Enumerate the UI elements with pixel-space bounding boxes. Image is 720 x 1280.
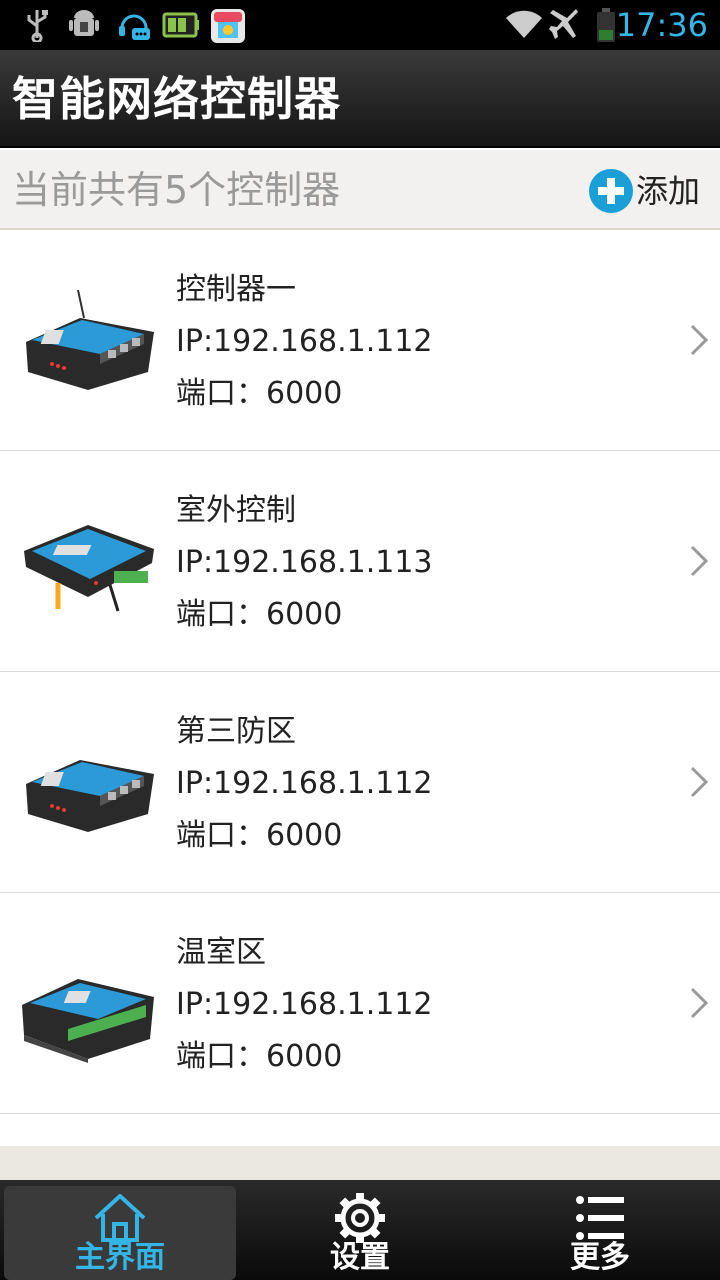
device-info: 温室区 IP:192.168.1.112 端口：6000: [176, 927, 433, 1083]
device-name: 第三防区: [176, 714, 296, 749]
device-info: 室外控制 IP:192.168.1.113 端口：6000: [176, 485, 433, 641]
tab-more[interactable]: 更多: [480, 1180, 720, 1280]
add-label: 添加: [635, 172, 700, 210]
device-list: 控制器一 IP:192.168.1.112 端口：6000 室外控制 IP:19…: [0, 230, 720, 1146]
device-port: 端口：6000: [176, 1039, 343, 1074]
app-title: 智能网络控制器: [12, 72, 341, 126]
device-info: 控制器一 IP:192.168.1.112 端口：6000: [176, 264, 433, 420]
device-name: 室外控制: [176, 493, 296, 528]
headset-message-icon: [119, 14, 150, 40]
device-ip: IP:192.168.1.112: [176, 766, 433, 801]
device-ip: IP:192.168.1.112: [176, 324, 433, 359]
device-port: 端口：6000: [176, 376, 343, 411]
controller-count: 当前共有5个控制器: [12, 168, 341, 212]
tab-home-label: 主界面: [75, 1240, 165, 1275]
app-store-icon: [211, 9, 245, 43]
list-icon: [576, 1196, 624, 1240]
add-controller-button[interactable]: 添加: [588, 168, 700, 214]
chevron-right-icon: [690, 987, 709, 1019]
controller-device-image: [24, 525, 154, 612]
battery-icon: [597, 8, 615, 42]
wifi-icon: [506, 10, 542, 38]
device-row[interactable]: 控制器一 IP:192.168.1.112 端口：6000: [0, 230, 720, 451]
device-name: 控制器一: [176, 272, 296, 307]
tab-settings-label: 设置: [330, 1240, 390, 1275]
tab-more-label: 更多: [570, 1240, 630, 1275]
list-header: 当前共有5个控制器 添加: [0, 150, 720, 230]
controller-device-image: [22, 979, 154, 1063]
battery-app-icon: [162, 12, 199, 38]
device-port: 端口：6000: [176, 597, 343, 632]
usb-icon: [27, 10, 48, 42]
home-icon: [94, 1194, 146, 1242]
chevron-right-icon: [690, 545, 709, 577]
tab-settings[interactable]: 设置: [240, 1180, 480, 1280]
chevron-right-icon: [690, 766, 709, 798]
title-bar: 智能网络控制器: [0, 50, 720, 148]
status-bar: 17:36: [0, 0, 720, 50]
chevron-right-icon: [690, 324, 709, 356]
device-row[interactable]: 第三防区 IP:192.168.1.112 端口：6000: [0, 672, 720, 893]
device-ip: IP:192.168.1.112: [176, 987, 433, 1022]
device-row[interactable]: 温室区 IP:192.168.1.112 端口：6000: [0, 893, 720, 1114]
plus-circle-icon: [588, 169, 633, 213]
controller-device-image: [26, 760, 154, 832]
clock: 17:36: [615, 6, 708, 44]
device-ip: IP:192.168.1.113: [176, 545, 433, 580]
android-debug-icon: [69, 10, 99, 36]
device-name: 温室区: [176, 935, 266, 970]
list-footer: [0, 1146, 720, 1180]
tab-home[interactable]: 主界面: [0, 1180, 240, 1280]
gear-icon: [335, 1193, 385, 1243]
controller-device-image: [26, 289, 154, 390]
bottom-nav: 主界面 设置 更多: [0, 1180, 720, 1280]
device-info: 第三防区 IP:192.168.1.112 端口：6000: [176, 706, 433, 862]
airplane-icon: [549, 9, 578, 39]
device-port: 端口：6000: [176, 818, 343, 853]
device-row[interactable]: 室外控制 IP:192.168.1.113 端口：6000: [0, 451, 720, 672]
